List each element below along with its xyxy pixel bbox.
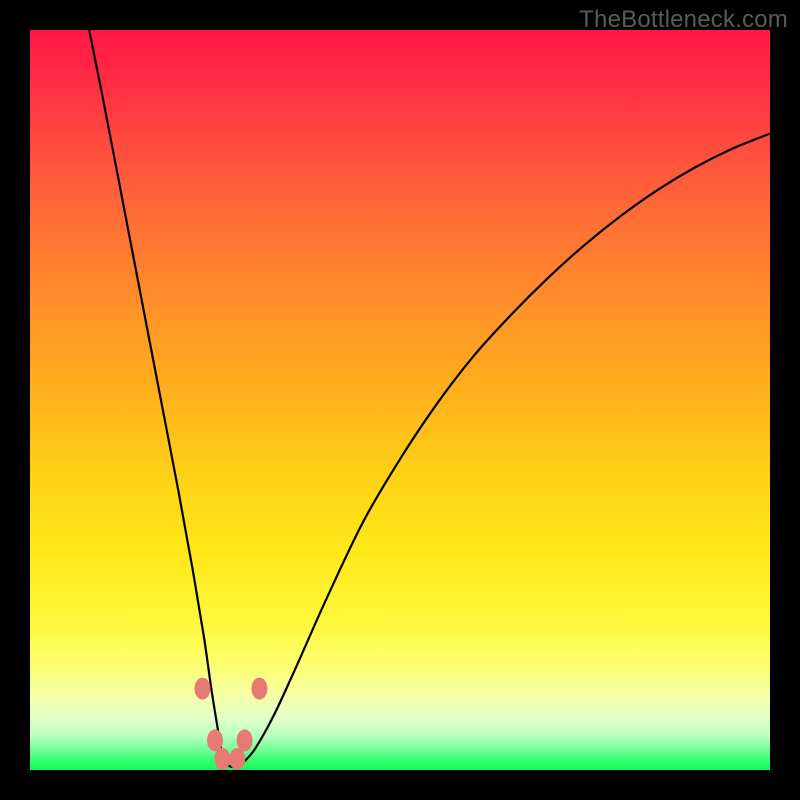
watermark-text: TheBottleneck.com — [579, 6, 788, 34]
curve-marker — [251, 678, 267, 700]
curve-marker — [207, 729, 223, 751]
plot-area — [30, 30, 770, 770]
bottleneck-curve — [89, 30, 770, 767]
curve-marker — [229, 748, 245, 770]
curve-marker — [237, 729, 253, 751]
bottleneck-curve-svg — [30, 30, 770, 770]
chart-frame: TheBottleneck.com — [0, 0, 800, 800]
curve-marker — [214, 748, 230, 770]
curve-marker — [194, 678, 210, 700]
curve-markers — [194, 678, 267, 770]
